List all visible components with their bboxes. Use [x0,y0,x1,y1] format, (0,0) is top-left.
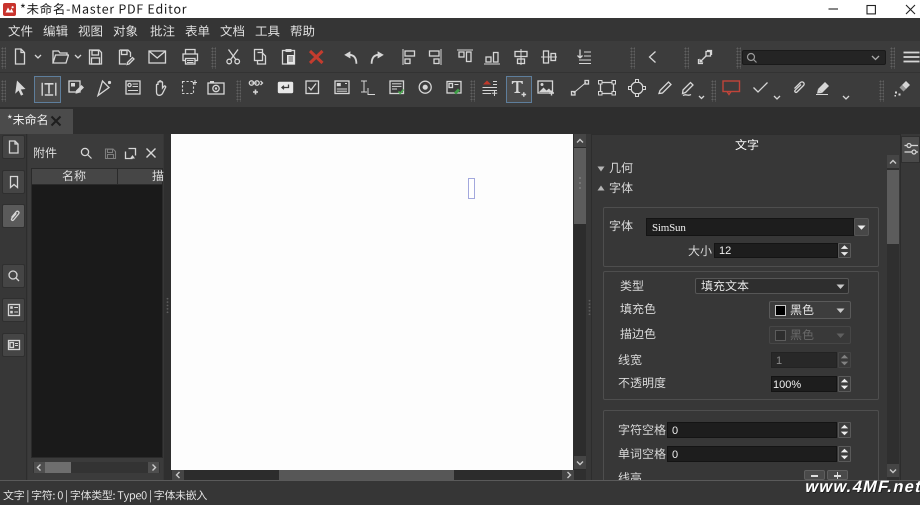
svg-text:www.4MF.net: www.4MF.net [802,478,920,496]
